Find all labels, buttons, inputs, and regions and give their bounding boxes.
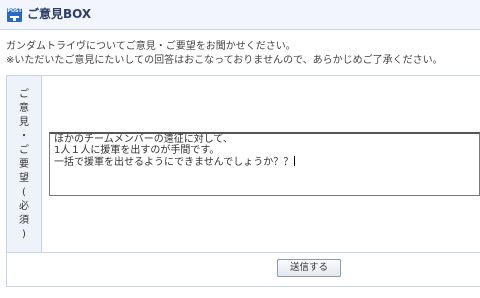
field-label-char: 見 xyxy=(19,117,29,128)
post-icon-text: POST xyxy=(7,8,22,14)
field-label-char: 要 xyxy=(19,159,29,170)
text-caret xyxy=(294,156,296,166)
page-header: POST ご意見BOX xyxy=(0,0,480,30)
field-label-char: ( xyxy=(22,187,26,198)
opinion-textarea[interactable]: ほかのチームメンバーの遠征に対して、 1人１人に援軍を出すのが手間です。 一括で… xyxy=(49,132,480,196)
field-label-char: 望 xyxy=(19,173,29,184)
description-line-2: ※いただいたご意見にたいしての回答はおこなっておりませんので、あらかじめご了承く… xyxy=(6,55,443,66)
description-line-1: ガンダムトライヴについてご意見・ご要望をお聞かせください。 xyxy=(6,41,296,52)
submit-button[interactable]: 送信する xyxy=(277,259,341,277)
field-label-char: 須 xyxy=(19,215,29,226)
field-label-vertical: ご 意 見 ・ ご 要 望 ( 必 須 ) xyxy=(7,88,41,242)
post-icon-stem xyxy=(13,18,16,21)
field-label-char: ご xyxy=(19,89,29,100)
field-label-char: 必 xyxy=(19,201,29,212)
submit-row xyxy=(6,253,480,287)
field-label-char: ご xyxy=(19,145,29,156)
field-label-char: ) xyxy=(22,229,26,240)
opinion-text: ほかのチームメンバーの遠征に対して、 1人１人に援軍を出すのが手間です。 一括で… xyxy=(54,134,294,168)
page-title: ご意見BOX xyxy=(27,7,92,21)
post-icon: POST xyxy=(7,8,22,22)
field-label-char: ・ xyxy=(19,131,29,142)
field-label-char: 意 xyxy=(19,103,29,114)
field-label-cell: ご 意 見 ・ ご 要 望 ( 必 須 ) xyxy=(7,76,42,252)
